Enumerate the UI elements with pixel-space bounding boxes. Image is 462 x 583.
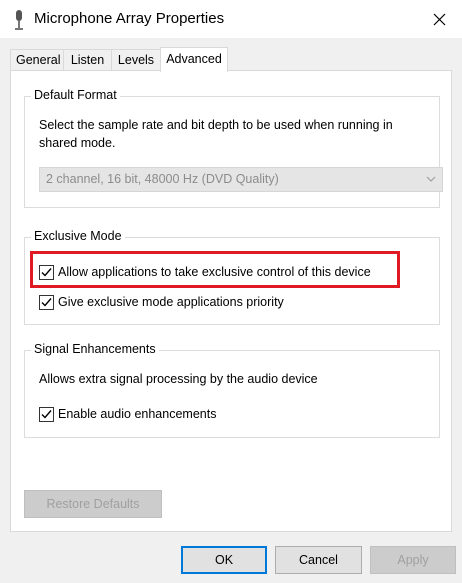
checkmark-icon: [41, 297, 52, 307]
cancel-button[interactable]: Cancel: [275, 546, 362, 574]
default-format-legend: Default Format: [31, 88, 120, 102]
title-bar: Microphone Array Properties: [0, 0, 462, 38]
tab-listen[interactable]: Listen: [63, 49, 112, 71]
window-title: Microphone Array Properties: [34, 10, 225, 27]
close-icon: [433, 13, 445, 25]
advanced-panel: Default Format Select the sample rate an…: [10, 70, 452, 532]
format-dropdown[interactable]: 2 channel, 16 bit, 48000 Hz (DVD Quality…: [39, 167, 443, 192]
signal-enhancements-description: Allows extra signal processing by the au…: [39, 372, 318, 386]
tab-levels[interactable]: Levels: [111, 49, 161, 71]
close-button[interactable]: [416, 0, 462, 38]
exclusive-priority-label: Give exclusive mode applications priorit…: [58, 295, 284, 309]
restore-defaults-button[interactable]: Restore Defaults: [24, 490, 162, 518]
default-format-description-line2: shared mode.: [39, 136, 116, 150]
format-dropdown-value: 2 channel, 16 bit, 48000 Hz (DVD Quality…: [46, 172, 279, 186]
tab-general[interactable]: General: [10, 49, 64, 71]
enable-enhancements-checkbox-row[interactable]: Enable audio enhancements: [39, 405, 216, 423]
microphone-icon: [12, 9, 26, 31]
exclusive-priority-checkbox[interactable]: [39, 294, 54, 310]
exclusive-mode-legend: Exclusive Mode: [31, 229, 125, 243]
default-format-description-line1: Select the sample rate and bit depth to …: [39, 118, 393, 132]
apply-button[interactable]: Apply: [370, 546, 456, 574]
signal-enhancements-group: Signal Enhancements Allows extra signal …: [24, 342, 440, 438]
ok-button[interactable]: OK: [181, 546, 267, 574]
enable-enhancements-label: Enable audio enhancements: [58, 407, 217, 421]
chevron-down-icon: [426, 176, 436, 182]
tab-advanced[interactable]: Advanced: [160, 47, 228, 72]
exclusive-priority-checkbox-row[interactable]: Give exclusive mode applications priorit…: [39, 293, 284, 311]
highlight-box: [30, 251, 400, 288]
enable-enhancements-checkbox[interactable]: [39, 406, 54, 422]
default-format-group: Default Format Select the sample rate an…: [24, 88, 443, 208]
signal-enhancements-legend: Signal Enhancements: [31, 342, 159, 356]
checkmark-icon: [41, 409, 52, 419]
